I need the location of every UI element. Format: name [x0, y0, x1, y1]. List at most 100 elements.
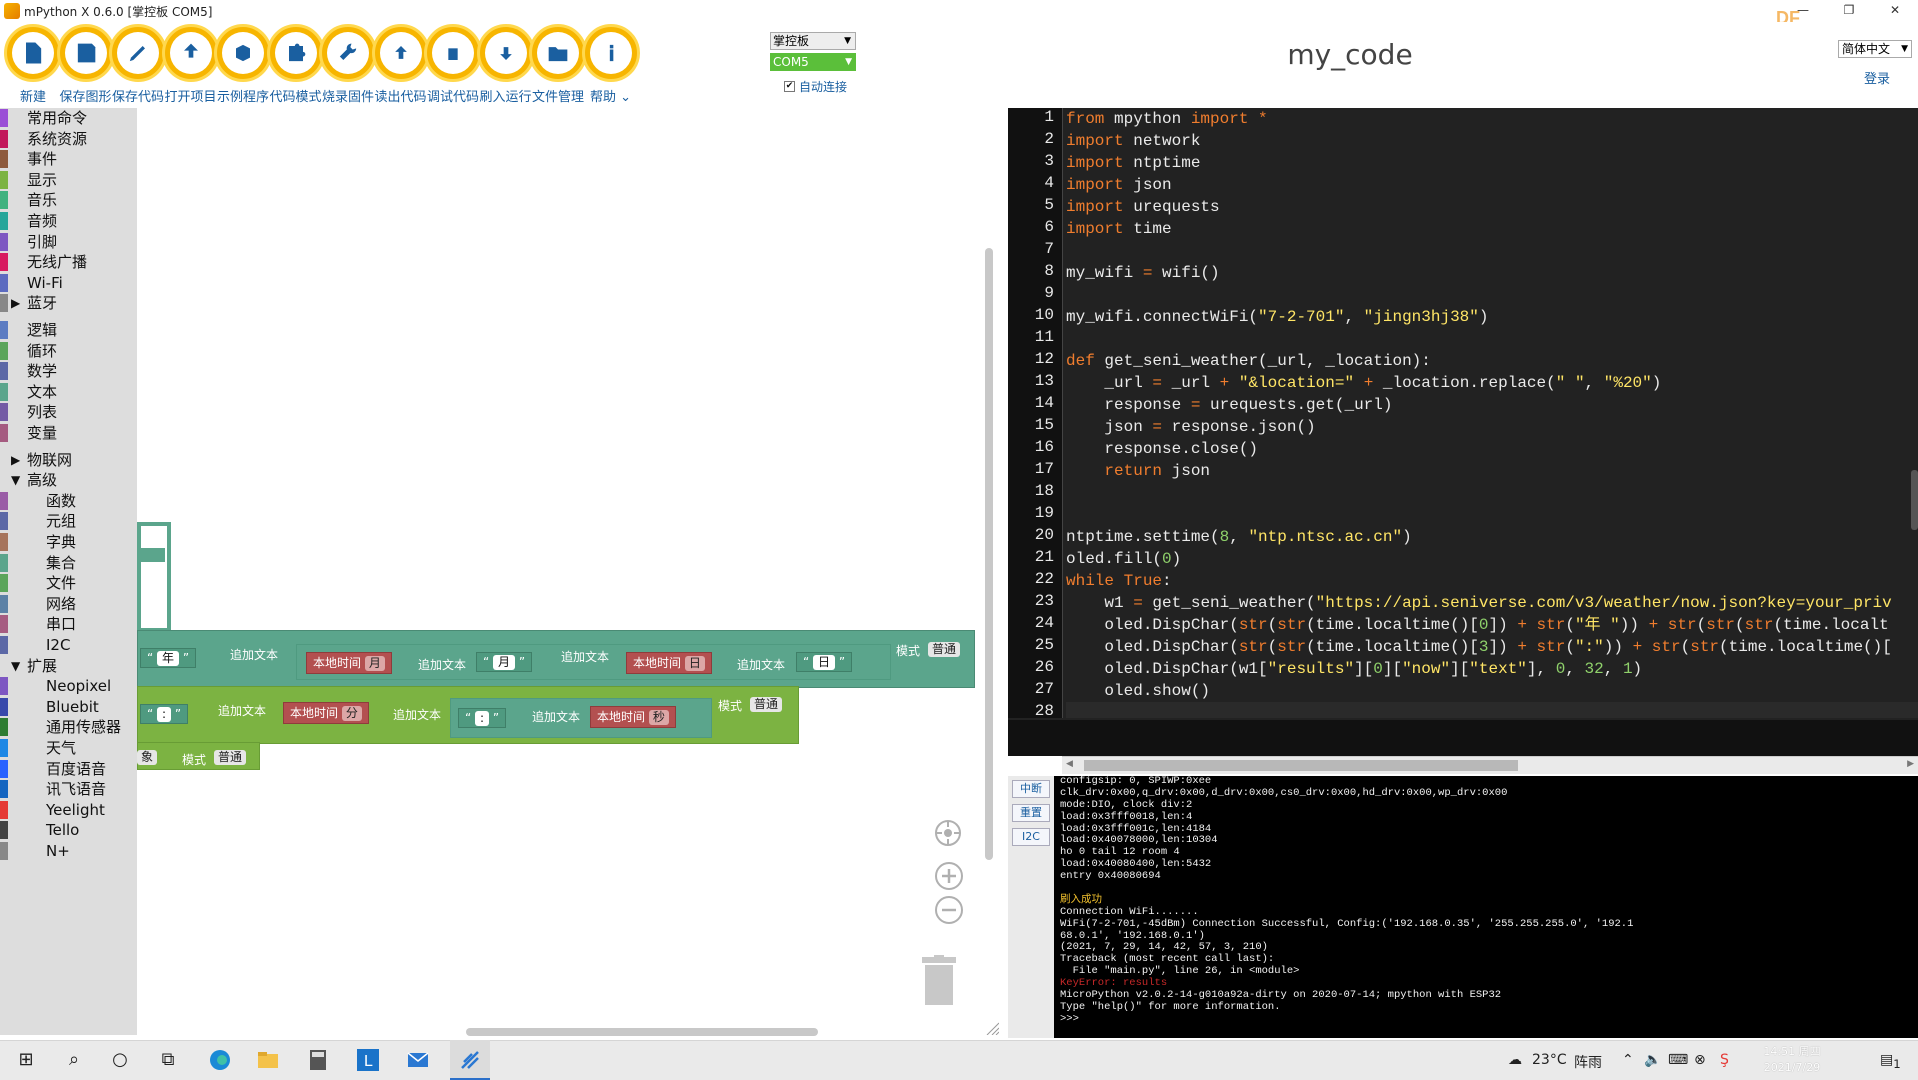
mode-dropdown[interactable]: 普通	[214, 750, 247, 765]
sidebar-category[interactable]: 音乐	[0, 190, 137, 210]
calculator-icon[interactable]	[306, 1048, 330, 1072]
sidebar-category[interactable]: 变量	[0, 423, 137, 443]
sidebar-category[interactable]: 集合	[0, 553, 137, 573]
code-text[interactable]: from mpython import * import network impor…	[1066, 108, 1918, 718]
close-button[interactable]: ✕	[1872, 0, 1918, 22]
sidebar-category[interactable]: Wi-Fi	[0, 273, 137, 293]
sidebar-category[interactable]: 文件	[0, 573, 137, 593]
auto-connect-checkbox[interactable]: ✔	[784, 81, 795, 92]
sidebar-category[interactable]: N+	[0, 841, 137, 861]
string-block-year[interactable]: “ 年 ”	[140, 648, 197, 668]
code-line[interactable]: ntptime.settime(8, "ntp.ntsc.ac.cn")	[1066, 526, 1918, 548]
code-line[interactable]: import urequests	[1066, 196, 1918, 218]
code-line[interactable]	[1066, 240, 1918, 262]
close-circle-icon[interactable]: ⊗	[1694, 1052, 1706, 1068]
sidebar-category[interactable]: 事件	[0, 149, 137, 169]
local-time-block-day[interactable]: 本地时间 日	[626, 652, 712, 674]
sidebar-category[interactable]: Bluebit	[0, 697, 137, 717]
sidebar-category[interactable]: 音频	[0, 211, 137, 231]
cortana-icon[interactable]: ○	[108, 1048, 132, 1072]
sidebar-category[interactable]: 无线广播	[0, 252, 137, 272]
mode-dropdown[interactable]: 普通	[928, 642, 961, 657]
chevron-up-icon[interactable]: ⌃	[1622, 1052, 1634, 1068]
sidebar-category[interactable]: 函数	[0, 491, 137, 511]
serial-terminal[interactable]: configsip: 0, SPIWP:0xee clk_drv:0x00,q_d…	[1054, 776, 1918, 1038]
auto-connect-toggle[interactable]: ✔ 自动连接	[784, 78, 847, 95]
code-line[interactable]: _url = _url + "&location=" + _location.r…	[1066, 372, 1918, 394]
toolbar-button-info[interactable]: 帮助 ⌄	[580, 24, 642, 106]
trash-icon[interactable]	[922, 955, 956, 1005]
notification-icon[interactable]: ▤1	[1880, 1052, 1901, 1071]
sidebar-category[interactable]: 百度语音	[0, 759, 137, 779]
workspace-vertical-scrollbar[interactable]	[985, 248, 993, 860]
string-block-day[interactable]: “ 日 ”	[796, 652, 853, 672]
code-line[interactable]	[1066, 284, 1918, 306]
expand-arrow-icon[interactable]: ▶	[11, 293, 20, 313]
sidebar-category[interactable]: 列表	[0, 402, 137, 422]
language-select[interactable]: 简体中文 ▼	[1838, 40, 1912, 58]
mail-icon[interactable]	[406, 1048, 430, 1072]
code-line[interactable]: import time	[1066, 218, 1918, 240]
file-explorer-icon[interactable]	[256, 1048, 280, 1072]
task-view-icon[interactable]: ⧉	[156, 1048, 180, 1072]
code-line[interactable]: response.close()	[1066, 438, 1918, 460]
port-select[interactable]: COM5 ▼	[770, 53, 856, 71]
code-line[interactable]: return json	[1066, 460, 1918, 482]
workspace-horizontal-scrollbar[interactable]	[466, 1028, 818, 1036]
sidebar-category[interactable]: 数学	[0, 361, 137, 381]
i2c-button[interactable]: I2C	[1012, 828, 1050, 846]
interrupt-button[interactable]: 中断	[1012, 780, 1050, 798]
scroll-right-icon[interactable]: ▶	[1907, 759, 1914, 769]
scroll-thumb[interactable]	[1084, 760, 1518, 771]
editor-vertical-scrollbar[interactable]	[1911, 470, 1918, 530]
code-line[interactable]: my_wifi.connectWiFi("7-2-701", "jingn3hj…	[1066, 306, 1918, 328]
zoom-in-icon[interactable]	[935, 862, 963, 890]
collapse-arrow-icon[interactable]: ▼	[11, 656, 20, 676]
local-time-block-second[interactable]: 本地时间 秒	[590, 706, 676, 728]
block-container-top[interactable]	[137, 522, 171, 632]
code-line[interactable]: from mpython import *	[1066, 108, 1918, 130]
local-time-block-minute[interactable]: 本地时间 分	[283, 702, 369, 724]
sidebar-category[interactable]: Neopixel	[0, 676, 137, 696]
sidebar-category[interactable]: 常用命令	[0, 108, 137, 128]
code-line[interactable]: json = response.json()	[1066, 416, 1918, 438]
code-line[interactable]: oled.DispChar(w1["results"][0]["now"]["t…	[1066, 658, 1918, 680]
zoom-out-icon[interactable]	[935, 896, 963, 924]
sidebar-category[interactable]: 讯飞语音	[0, 779, 137, 799]
resize-grip-icon[interactable]	[985, 1020, 1000, 1036]
object-dropdown[interactable]: 象	[137, 750, 158, 765]
sidebar-category[interactable]: 引脚	[0, 232, 137, 252]
sidebar-category[interactable]: 系统资源	[0, 129, 137, 149]
login-link[interactable]: 登录	[1864, 68, 1890, 87]
sidebar-category[interactable]: 天气	[0, 738, 137, 758]
sidebar-category[interactable]: ▼ 扩展	[0, 656, 137, 676]
sidebar-category[interactable]: Yeelight	[0, 800, 137, 820]
sidebar-category[interactable]: I2C	[0, 635, 137, 655]
reset-button[interactable]: 重置	[1012, 804, 1050, 822]
code-line[interactable]: while True:	[1066, 570, 1918, 592]
editor-horizontal-scrollbar[interactable]: ◀ ▶	[1062, 756, 1918, 774]
code-line[interactable]: response = urequests.get(_url)	[1066, 394, 1918, 416]
sidebar-category[interactable]: 文本	[0, 382, 137, 402]
local-time-block-month[interactable]: 本地时间 月	[306, 652, 392, 674]
search-icon[interactable]: ⌕	[62, 1048, 86, 1072]
volume-icon[interactable]: 🔈	[1644, 1052, 1661, 1068]
app-l-icon[interactable]: L	[356, 1048, 380, 1072]
keyboard-icon[interactable]: ⌨	[1668, 1052, 1688, 1068]
code-line[interactable]: my_wifi = wifi()	[1066, 262, 1918, 284]
collapse-arrow-icon[interactable]: ▼	[11, 470, 20, 490]
code-line[interactable]: oled.DispChar(str(str(time.localtime()[0…	[1066, 614, 1918, 636]
code-line[interactable]	[1066, 328, 1918, 350]
sidebar-category[interactable]: ▶ 蓝牙	[0, 293, 137, 313]
start-icon[interactable]: ⊞	[14, 1048, 38, 1072]
code-line[interactable]: import json	[1066, 174, 1918, 196]
code-line[interactable]: oled.show()	[1066, 680, 1918, 702]
code-line[interactable]	[1066, 702, 1918, 718]
sidebar-category[interactable]: 字典	[0, 532, 137, 552]
string-block-colon[interactable]: “ : ”	[140, 704, 189, 724]
sidebar-category[interactable]: ▶ 物联网	[0, 450, 137, 470]
code-line[interactable]	[1066, 504, 1918, 526]
scroll-left-icon[interactable]: ◀	[1066, 759, 1073, 769]
code-line[interactable]: w1 = get_seni_weather("https://api.seniv…	[1066, 592, 1918, 614]
sidebar-category[interactable]: 网络	[0, 594, 137, 614]
